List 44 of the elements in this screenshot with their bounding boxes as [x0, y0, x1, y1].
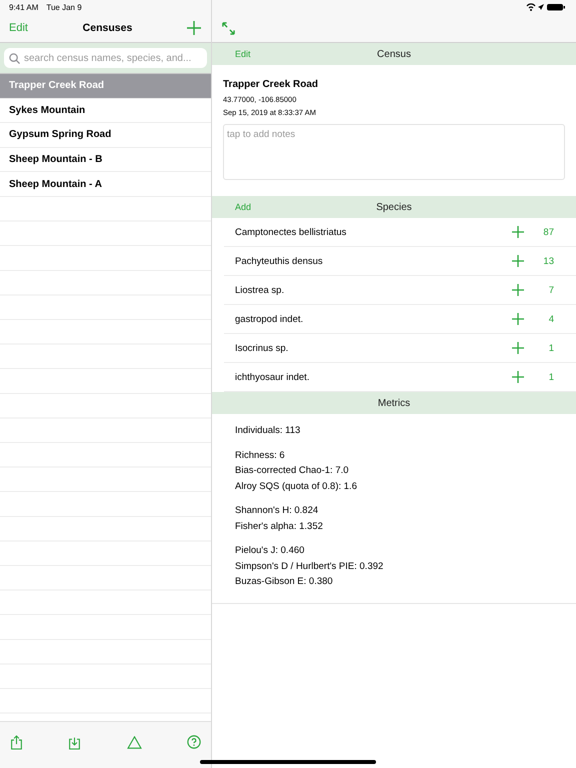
metric-text: Richness: 6: [235, 448, 286, 462]
metric-text: Simpson's D / Hurlbert's PIE: 0.392: [235, 560, 384, 574]
triangle-icon[interactable]: [126, 736, 142, 748]
add-icon[interactable]: [512, 313, 524, 325]
species-name: Isocrinus sp.: [234, 342, 290, 354]
section-title: Census: [377, 48, 411, 60]
species-count: 13: [542, 256, 554, 266]
metric-text: Alroy SQS (quota of 0.8): 1.6: [235, 480, 358, 494]
species-name: Pachyteuthis densus: [234, 256, 324, 266]
help-icon[interactable]: [186, 735, 201, 749]
add-icon[interactable]: [512, 226, 524, 238]
species-name: Liostrea sp.: [234, 284, 286, 296]
metric-text: Fisher's alpha: 1.352: [235, 520, 324, 534]
species-count: 1: [548, 342, 554, 354]
species-count: 7: [548, 284, 554, 296]
status-icons: [526, 3, 566, 11]
species-count: 87: [542, 226, 554, 238]
section-title: Metrics: [378, 398, 410, 408]
add-icon[interactable]: [512, 284, 524, 296]
census-name: Trapper Creek Road: [223, 79, 320, 90]
species-count: 4: [548, 314, 554, 324]
metric-text: Shannon's H: 0.824: [235, 504, 320, 518]
metric-text: Buzas-Gibson E: 0.380: [235, 575, 334, 589]
metric-text: Individuals: 113: [235, 424, 302, 438]
expand-icon[interactable]: [222, 22, 235, 34]
search-field[interactable]: search census names, species, and...: [4, 48, 207, 68]
species-name: gastropod indet.: [234, 314, 304, 324]
download-icon[interactable]: [68, 734, 82, 750]
add-icon[interactable]: [512, 255, 524, 267]
section-title: Species: [376, 202, 412, 212]
share-icon[interactable]: [10, 734, 23, 750]
add-icon[interactable]: [512, 371, 524, 383]
species-count: 1: [548, 372, 554, 382]
sidebar-title: Censuses: [82, 22, 132, 34]
status-date: Tue Jan 9: [46, 2, 82, 12]
species-name: Camptonectes bellistriatus: [234, 226, 348, 238]
notes-field[interactable]: tap to add notes: [223, 124, 565, 180]
metric-text: Bias-corrected Chao-1: 7.0: [235, 464, 350, 478]
add-icon[interactable]: [512, 342, 524, 354]
metric-text: Pielou's J: 0.460: [235, 544, 306, 558]
add-icon[interactable]: [186, 21, 201, 35]
status-time: 9:41 AM: [9, 2, 38, 12]
species-name: ichthyosaur indet.: [234, 372, 310, 382]
search-icon: [9, 52, 20, 64]
